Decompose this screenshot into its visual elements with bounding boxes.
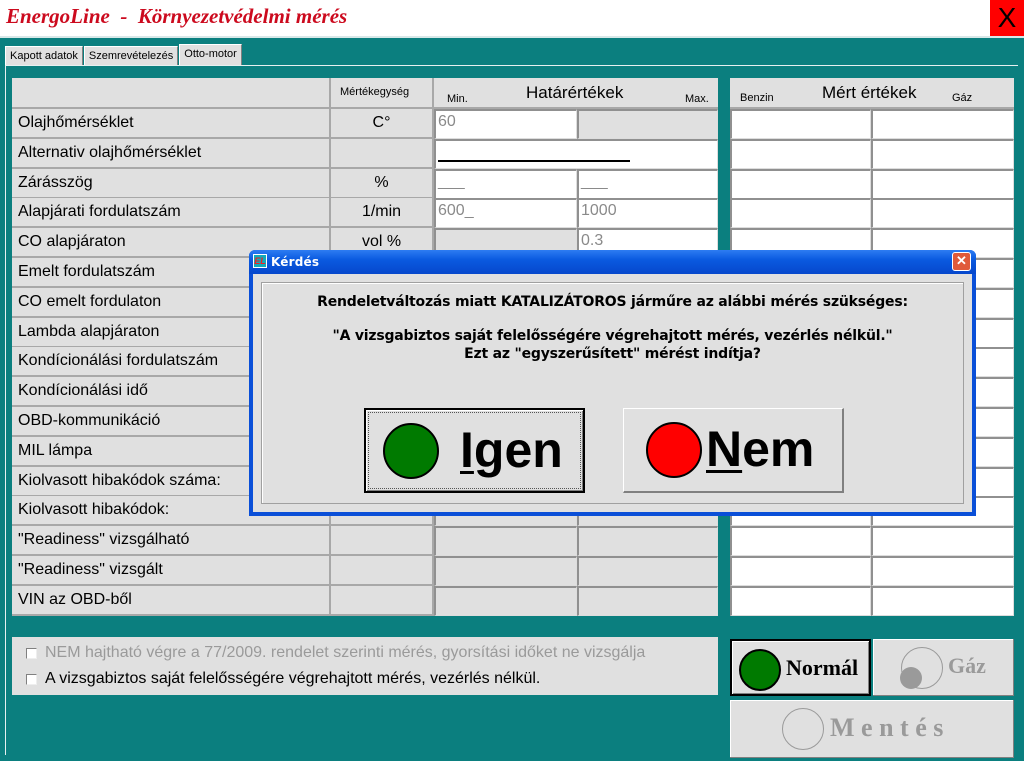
dialog-frame: Rendeletváltozás miatt KATALIZÁTOROS jár… [261,282,964,504]
row-unit [331,526,434,556]
checkbox-own-responsibility[interactable] [26,673,37,685]
unit-header: Mértékegység [340,86,410,98]
dialog-message-line3: Ezt az "egyszerűsített" mérést indítja? [464,346,761,362]
gas-mode-label: Gáz [948,653,986,678]
app-close-button[interactable]: X [990,0,1024,36]
no-accesskey: N [706,421,743,477]
divider [0,36,1024,38]
yes-accesskey: I [460,422,474,478]
yes-button[interactable]: Igen [364,408,585,493]
measured-group-header: Mért értékek [822,83,917,102]
max-value-input[interactable] [577,109,718,139]
gas-mode-button[interactable]: Gáz [873,639,1014,696]
benzin-value-input[interactable] [730,169,871,199]
app-icon: EL [253,254,267,268]
max-value-input[interactable] [577,556,718,586]
option-own-responsibility-label: A vizsgabiztos saját felelősségére végre… [45,670,541,687]
row-unit [331,139,434,169]
gaz-value-input[interactable] [871,556,1014,586]
benzin-value-input[interactable] [730,198,871,228]
limits-group-header: Határértékek [526,83,624,102]
dialog-titlebar[interactable]: EL Kérdés ✕ [249,250,976,274]
dialog-title: Kérdés [271,255,320,269]
no-label-rest: em [742,421,815,477]
row-label: VIN az OBD-ből [12,586,331,616]
row-label: Zárásszög [12,169,331,199]
checkbox-no-77-2009[interactable] [26,647,37,659]
app-titlebar: EnergoLine - Környezetvédelmi mérés X [0,0,1024,36]
min-value-input[interactable] [434,556,577,586]
gaz-header: Gáz [952,92,973,104]
red-circle-icon [646,422,702,478]
gaz-value-input[interactable] [871,526,1014,556]
gas-dot-icon [900,667,922,689]
tab-bar: Kapott adatok Szemrevételezés Otto-motor [5,44,243,66]
header-label-cell [12,78,331,109]
min-value-input[interactable]: 600_ [434,198,577,228]
gaz-value-input[interactable] [871,198,1014,228]
benzin-value-input[interactable] [730,139,871,169]
benzin-value-input[interactable] [730,109,871,139]
min-value-input[interactable]: ___ [434,169,577,199]
benzin-value-input[interactable] [730,586,871,616]
row-label: Alapjárati fordulatszám [12,198,331,228]
yes-label: Igen [460,420,563,480]
alt-oil-temp-input[interactable] [434,139,718,169]
gaz-value-input[interactable] [871,586,1014,616]
min-value-input[interactable] [434,526,577,556]
max-value-input[interactable]: 1000 [577,198,718,228]
dialog-message-line2: "A vizsgabiztos saját felelősségére végr… [332,328,893,344]
option-own-responsibility[interactable]: A vizsgabiztos saját felelősségére végre… [26,670,540,688]
max-header: Max. [685,93,709,105]
no-button[interactable]: Nem [623,408,844,493]
option-no-77-2009-label: NEM hajtható végre a 77/2009. rendelet s… [45,644,646,661]
max-value-input[interactable]: ___ [577,169,718,199]
green-circle-icon [739,649,781,691]
benzin-value-input[interactable] [730,526,871,556]
min-value-input[interactable] [434,586,577,616]
tab-otto-motor[interactable]: Otto-motor [179,44,242,66]
row-label: "Readiness" vizsgálható [12,526,331,556]
row-unit [331,586,434,616]
row-unit: C° [331,109,434,139]
save-label: M e n t é s [830,713,944,742]
row-unit: 1/min [331,198,434,228]
row-unit: % [331,169,434,199]
options-panel: NEM hajtható végre a 77/2009. rendelet s… [12,637,718,695]
dialog-message-line1: Rendeletváltozás miatt KATALIZÁTOROS jár… [317,294,908,310]
row-unit [331,556,434,586]
normal-mode-label: Normál [786,655,859,680]
row-label: Alternativ olajhőmérséklet [12,139,331,169]
max-value-input[interactable] [577,526,718,556]
option-no-77-2009[interactable]: NEM hajtható végre a 77/2009. rendelet s… [26,644,645,662]
min-value-input[interactable]: 60 [434,109,577,139]
yes-label-rest: gen [473,422,563,478]
max-value-input[interactable] [577,586,718,616]
min-header: Min. [447,93,468,105]
tab-panel-border [5,65,1018,66]
save-button[interactable]: M e n t é s [730,700,1014,758]
tab-szemrevetelezes[interactable]: Szemrevételezés [83,46,179,66]
row-label: Olajhőmérséklet [12,109,331,139]
gaz-value-input[interactable] [871,169,1014,199]
benzin-value-input[interactable] [730,556,871,586]
dialog-close-button[interactable]: ✕ [952,252,971,271]
underline [438,160,630,162]
save-circle-outline-icon [782,708,824,750]
green-circle-icon [383,423,439,479]
gaz-value-input[interactable] [871,139,1014,169]
app-title: EnergoLine - Környezetvédelmi mérés [6,4,348,28]
question-dialog: EL Kérdés ✕ Rendeletváltozás miatt KATAL… [249,250,976,516]
normal-mode-button[interactable]: Normál [730,639,871,696]
benzin-header: Benzin [740,92,774,104]
dialog-body: Rendeletváltozás miatt KATALIZÁTOROS jár… [253,274,972,512]
row-label: "Readiness" vizsgált [12,556,331,586]
gaz-value-input[interactable] [871,109,1014,139]
tab-kapott-adatok[interactable]: Kapott adatok [5,46,83,66]
tab-panel-border-left [5,65,6,755]
no-label: Nem [706,419,814,479]
